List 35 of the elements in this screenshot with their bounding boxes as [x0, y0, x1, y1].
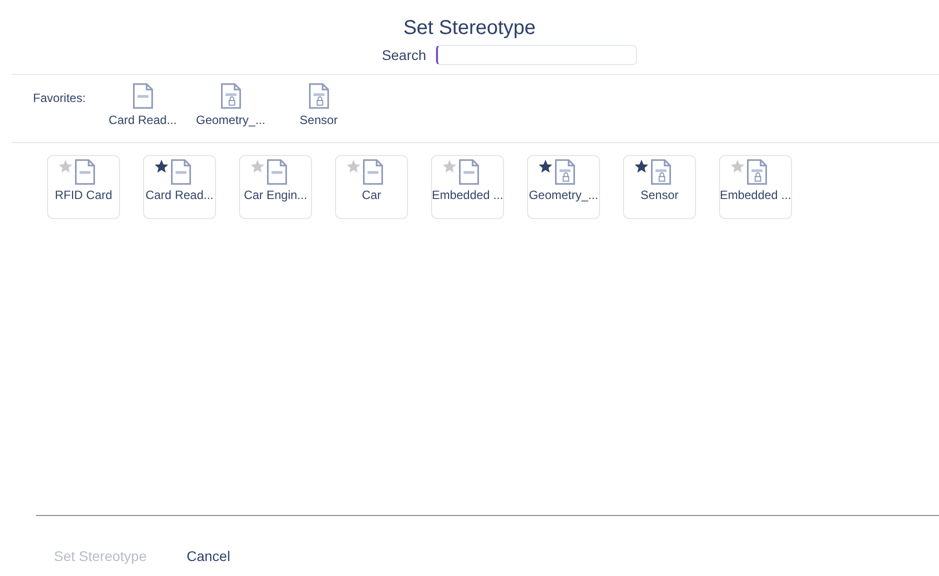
stereotype-tile[interactable]: Embedded ...: [431, 155, 504, 219]
stereotype-tile[interactable]: Card Read...: [143, 155, 216, 219]
dialog-title: Set Stereotype: [403, 16, 536, 40]
document-icon: [220, 83, 242, 109]
star-icon[interactable]: [634, 159, 648, 174]
star-icon[interactable]: [442, 159, 456, 174]
dialog-button[interactable]: Cancel: [176, 546, 240, 566]
document-icon: [746, 159, 768, 185]
stereotype-tile[interactable]: Geometry_...: [527, 155, 600, 219]
stereotype-tile[interactable]: RFID Card: [47, 155, 120, 219]
document-icon: [132, 83, 154, 109]
document-icon: [362, 159, 384, 185]
star-icon[interactable]: [346, 159, 360, 174]
stereotype-tile[interactable]: Car Engin...: [239, 155, 312, 219]
document-icon: [74, 159, 96, 185]
search-field[interactable]: [436, 45, 638, 65]
star-icon[interactable]: [58, 159, 72, 174]
favorites-label: Favorites:: [33, 91, 86, 105]
document-icon: [554, 159, 576, 185]
favorite-label[interactable]: Sensor: [300, 113, 338, 127]
document-icon: [170, 159, 192, 185]
star-icon[interactable]: [250, 159, 264, 174]
star-icon[interactable]: [154, 159, 168, 174]
document-icon: [458, 159, 480, 185]
document-icon: [266, 159, 288, 185]
favorite-label[interactable]: Card Read...: [108, 113, 177, 127]
stereotype-tile[interactable]: Sensor: [623, 155, 696, 219]
star-icon[interactable]: [730, 159, 744, 174]
document-icon: [650, 159, 672, 185]
favorite-label[interactable]: Geometry_...: [196, 113, 266, 127]
stereotype-tile[interactable]: Embedded ...: [719, 155, 792, 219]
stereotype-tile[interactable]: Car: [335, 155, 408, 219]
search-label: Search: [382, 47, 426, 63]
document-icon: [308, 83, 330, 109]
star-icon[interactable]: [538, 159, 552, 174]
